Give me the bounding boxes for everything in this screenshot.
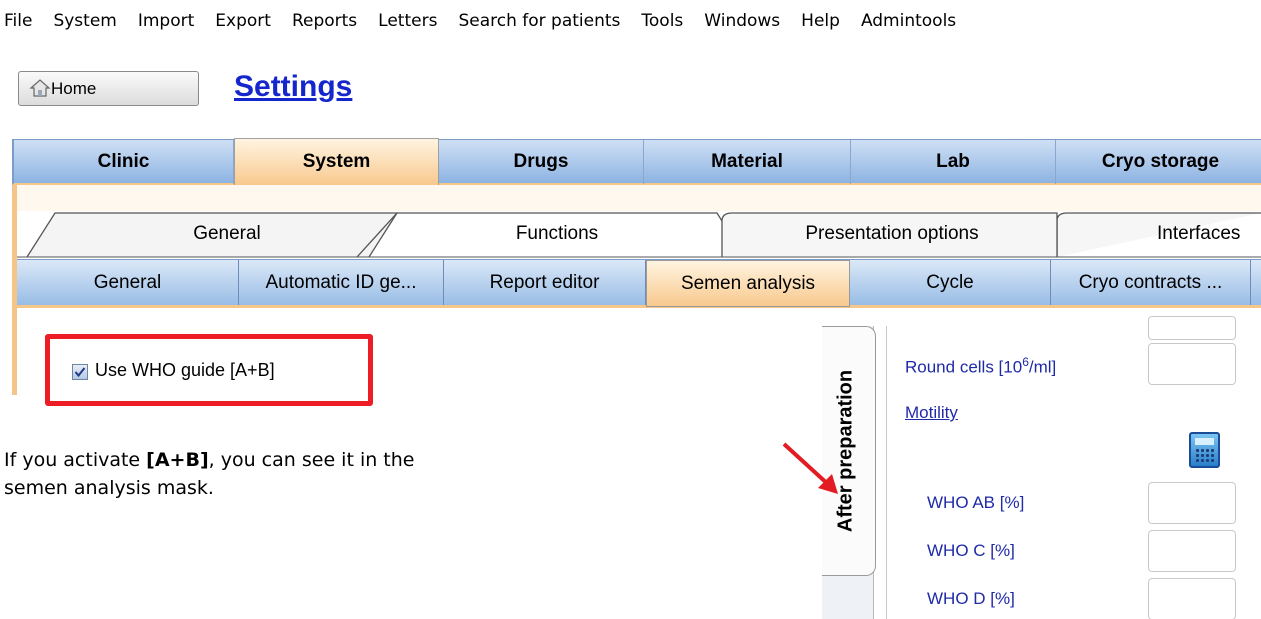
subtab-functions[interactable]: Functions xyxy=(397,209,717,259)
menu-help[interactable]: Help xyxy=(801,11,840,31)
menu-export[interactable]: Export xyxy=(215,11,271,31)
tab-lab[interactable]: Lab xyxy=(851,140,1056,184)
red-arrow-icon xyxy=(782,442,838,494)
who-c-label: WHO C [%] xyxy=(927,541,1015,560)
tab-system[interactable]: System xyxy=(234,138,439,185)
calculator-screen xyxy=(1195,438,1214,445)
tab-cryo-storage[interactable]: Cryo storage xyxy=(1056,140,1261,184)
menu-windows[interactable]: Windows xyxy=(704,11,780,31)
tab-report-editor[interactable]: Report editor xyxy=(444,260,646,305)
tab-drugs[interactable]: Drugs xyxy=(439,140,644,184)
menu-admintools[interactable]: Admintools xyxy=(861,11,956,31)
tab-semen-analysis[interactable]: Semen analysis xyxy=(646,260,850,307)
who-d-label: WHO D [%] xyxy=(927,589,1015,608)
round-cells-exponent: 6 xyxy=(1022,355,1029,369)
tab-cryo-contracts[interactable]: Cryo contracts ... xyxy=(1051,260,1251,305)
home-button[interactable]: Home xyxy=(18,71,199,106)
tab-automatic-id[interactable]: Automatic ID ge... xyxy=(239,260,444,305)
tab-material[interactable]: Material xyxy=(644,140,851,184)
subtab-general[interactable]: General xyxy=(77,209,377,259)
sub-tab-bar: General Functions Presentation options I… xyxy=(17,209,1261,259)
subtab-interfaces[interactable]: Interfaces xyxy=(1117,209,1261,259)
explanation-prefix: If you activate xyxy=(4,449,147,471)
round-cells-field[interactable] xyxy=(1148,343,1236,385)
page-title[interactable]: Settings xyxy=(234,70,352,104)
explanation-text: If you activate [A+B], you can see it in… xyxy=(4,446,484,502)
panel-background xyxy=(17,185,1261,211)
main-tab-bar: Clinic System Drugs Material Lab Cryo st… xyxy=(12,138,1261,185)
mask-divider xyxy=(886,326,887,619)
tab-cycle[interactable]: Cycle xyxy=(850,260,1051,305)
menu-letters[interactable]: Letters xyxy=(378,11,437,31)
tab-clinic[interactable]: Clinic xyxy=(14,140,234,184)
menu-file[interactable]: File xyxy=(4,11,32,31)
tab-general[interactable]: General xyxy=(17,260,239,305)
explanation-bold: [A+B] xyxy=(146,449,209,471)
round-cells-unit: /ml] xyxy=(1028,357,1057,377)
partial-field[interactable] xyxy=(1148,316,1236,340)
home-icon xyxy=(29,79,51,97)
who-ab-label: WHO AB [%] xyxy=(927,493,1025,512)
who-guide-label[interactable]: Use WHO guide [A+B] xyxy=(95,360,275,381)
third-tab-bar: General Automatic ID ge... Report editor… xyxy=(17,259,1261,308)
menu-system[interactable]: System xyxy=(53,11,116,31)
subtab-presentation-options[interactable]: Presentation options xyxy=(732,209,1052,259)
menu-search-for-patients[interactable]: Search for patients xyxy=(458,11,620,31)
who-d-field[interactable] xyxy=(1148,578,1236,619)
menu-bar: File System Import Export Reports Letter… xyxy=(0,0,1261,42)
round-cells-text: Round cells [10 xyxy=(905,357,1023,377)
menu-tools[interactable]: Tools xyxy=(641,11,683,31)
menu-import[interactable]: Import xyxy=(138,11,194,31)
round-cells-label: Round cells [106/ml] xyxy=(905,355,1056,378)
home-button-label: Home xyxy=(51,78,97,98)
checkmark-icon xyxy=(74,367,86,378)
menu-reports[interactable]: Reports xyxy=(292,11,357,31)
motility-link[interactable]: Motility xyxy=(905,403,958,423)
who-guide-checkbox[interactable] xyxy=(72,364,88,380)
who-ab-field[interactable] xyxy=(1148,482,1236,524)
calculator-icon[interactable] xyxy=(1189,432,1220,468)
calculator-keys xyxy=(1195,448,1214,463)
who-c-field[interactable] xyxy=(1148,530,1236,572)
